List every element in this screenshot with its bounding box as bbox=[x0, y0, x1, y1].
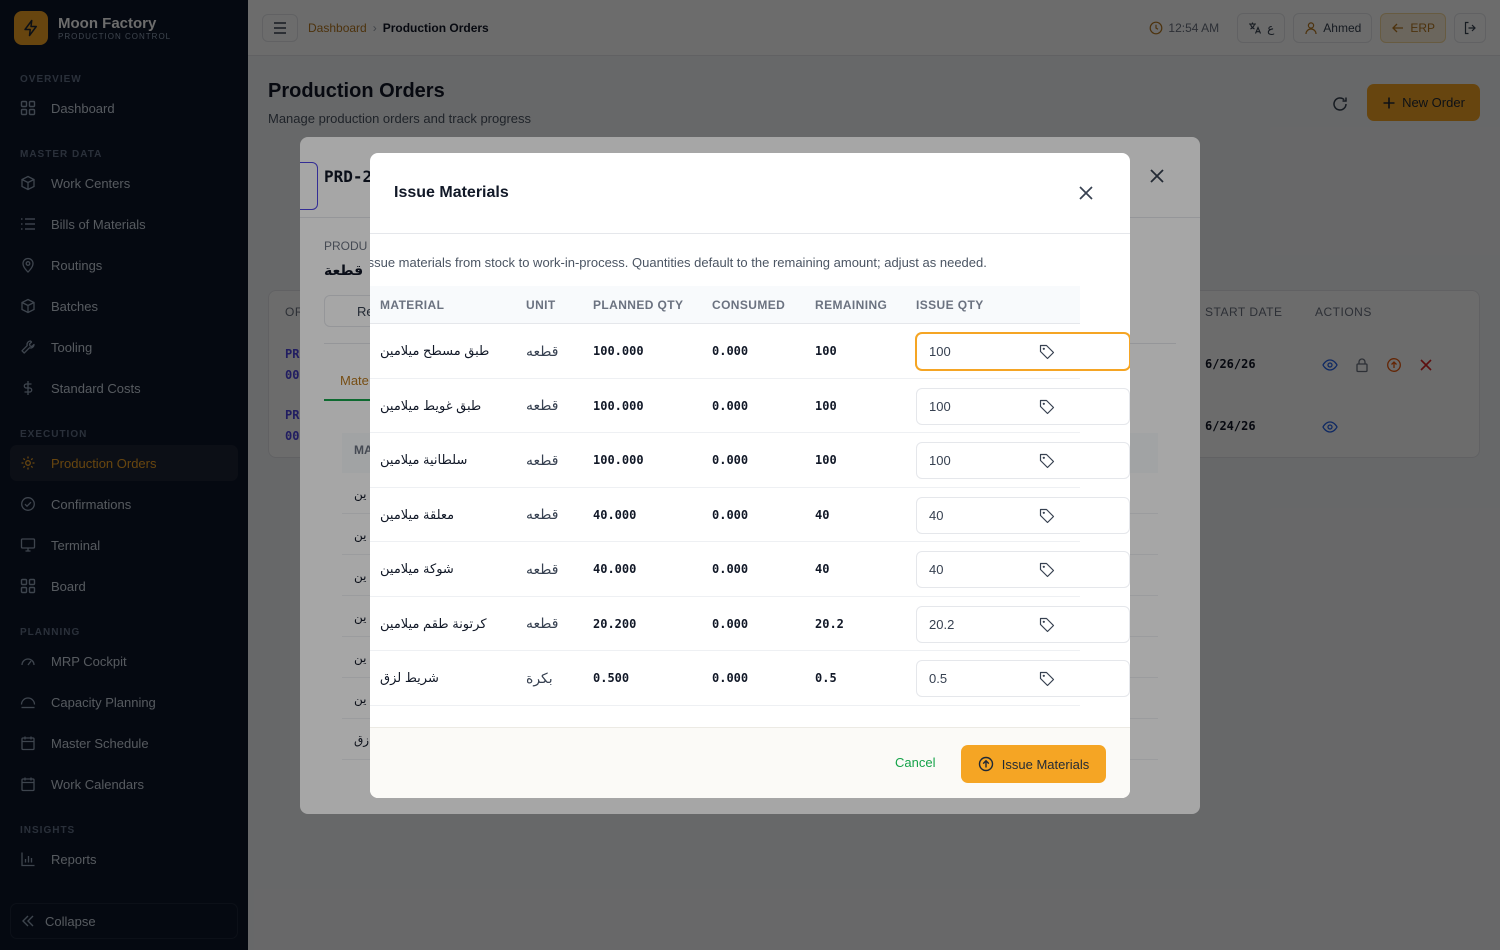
issue-qty-value: 100 bbox=[929, 344, 951, 359]
remaining-qty: 100 bbox=[815, 398, 837, 413]
issue-materials-table: MATERIAL UNIT PLANNED QTY CONSUMED REMAI… bbox=[370, 286, 1130, 706]
material-unit: قطعه bbox=[526, 615, 559, 632]
table-row: شوكة ميلامين قطعه 40.000 0.000 40 40 bbox=[370, 542, 1130, 597]
remaining-qty: 40 bbox=[815, 507, 830, 522]
table-header: MATERIAL UNIT PLANNED QTY CONSUMED REMAI… bbox=[370, 286, 1080, 324]
issue-materials-modal: Issue Materials Issue materials from sto… bbox=[370, 153, 1130, 798]
issue-qty-input[interactable]: 0.5 bbox=[916, 660, 1130, 697]
header-material: MATERIAL bbox=[380, 298, 445, 312]
material-unit: قطعه bbox=[526, 397, 559, 414]
table-row: شريط لزق بكرة 0.500 0.000 0.5 0.5 bbox=[370, 651, 1130, 706]
remaining-qty: 40 bbox=[815, 562, 830, 577]
planned-qty: 100.000 bbox=[593, 344, 644, 359]
issue-qty-input[interactable]: 100 bbox=[916, 333, 1130, 370]
issue-qty-value: 20.2 bbox=[929, 616, 955, 632]
modal-title: Issue Materials bbox=[394, 184, 509, 201]
tag-icon bbox=[1039, 344, 1055, 360]
issue-materials-button[interactable]: Issue Materials bbox=[961, 745, 1106, 783]
material-name: طبق غويط ميلامين bbox=[380, 397, 482, 413]
modal-footer: Cancel Issue Materials bbox=[370, 727, 1130, 798]
material-unit: قطعه bbox=[526, 342, 559, 359]
material-name: سلطانية ميلامين bbox=[380, 452, 468, 468]
header-remaining: REMAINING bbox=[815, 298, 888, 312]
tag-icon bbox=[1039, 671, 1055, 687]
material-name: معلقة ميلامين bbox=[380, 506, 455, 522]
issue-qty-input[interactable]: 100 bbox=[916, 387, 1130, 425]
consumed-qty: 0.000 bbox=[712, 507, 749, 522]
consumed-qty: 0.000 bbox=[712, 453, 749, 468]
close-icon bbox=[1079, 186, 1093, 200]
consumed-qty: 0.000 bbox=[712, 344, 749, 359]
consumed-qty: 0.000 bbox=[712, 616, 749, 631]
material-name: كرتونة طقم ميلامين bbox=[380, 615, 487, 631]
material-unit: قطعه bbox=[526, 560, 559, 577]
planned-qty: 100.000 bbox=[593, 453, 644, 468]
cancel-button[interactable]: Cancel bbox=[895, 755, 935, 770]
issue-materials-label: Issue Materials bbox=[1001, 756, 1090, 772]
issue-qty-value: 0.5 bbox=[929, 671, 948, 686]
tag-icon bbox=[1039, 617, 1055, 632]
material-unit: قطعه bbox=[526, 506, 559, 523]
issue-qty-value: 100 bbox=[929, 453, 951, 468]
material-unit: بكرة bbox=[526, 669, 553, 686]
tag-icon bbox=[1039, 399, 1055, 414]
issue-qty-input[interactable]: 100 bbox=[916, 442, 1130, 479]
issue-qty-value: 100 bbox=[929, 398, 951, 414]
consumed-qty: 0.000 bbox=[712, 562, 749, 577]
upload-circle-icon bbox=[978, 756, 993, 772]
issue-qty-value: 40 bbox=[929, 507, 944, 523]
issue-qty-input[interactable]: 20.2 bbox=[916, 605, 1130, 643]
planned-qty: 0.500 bbox=[593, 671, 630, 686]
planned-qty: 40.000 bbox=[593, 562, 637, 577]
header-consumed: CONSUMED bbox=[712, 298, 786, 312]
remaining-qty: 0.5 bbox=[815, 671, 837, 686]
issue-qty-value: 40 bbox=[929, 562, 944, 577]
planned-qty: 40.000 bbox=[593, 507, 637, 522]
tag-icon bbox=[1039, 562, 1055, 578]
remaining-qty: 100 bbox=[815, 453, 837, 468]
issue-qty-input[interactable]: 40 bbox=[916, 496, 1130, 534]
table-row: معلقة ميلامين قطعه 40.000 0.000 40 40 bbox=[370, 488, 1130, 542]
header-unit: UNIT bbox=[526, 298, 556, 312]
header-issue-qty: ISSUE QTY bbox=[916, 298, 984, 312]
table-row: سلطانية ميلامين قطعه 100.000 0.000 100 1… bbox=[370, 433, 1130, 488]
consumed-qty: 0.000 bbox=[712, 671, 749, 686]
planned-qty: 20.200 bbox=[593, 616, 637, 631]
tag-icon bbox=[1039, 453, 1055, 469]
table-row: طبق مسطح ميلامين قطعه 100.000 0.000 100 … bbox=[370, 324, 1130, 379]
material-name: طبق مسطح ميلامين bbox=[380, 343, 490, 359]
modal-description: Issue materials from stock to work-in-pr… bbox=[370, 255, 987, 270]
tag-icon bbox=[1039, 508, 1055, 523]
modal-close-button[interactable] bbox=[1076, 183, 1096, 203]
consumed-qty: 0.000 bbox=[712, 398, 749, 413]
header-planned-qty: PLANNED QTY bbox=[593, 298, 684, 312]
remaining-qty: 100 bbox=[815, 344, 837, 359]
material-name: شوكة ميلامين bbox=[380, 561, 454, 577]
planned-qty: 100.000 bbox=[593, 398, 644, 413]
issue-qty-input[interactable]: 40 bbox=[916, 551, 1130, 588]
material-name: شريط لزق bbox=[380, 670, 439, 686]
modal-header: Issue Materials bbox=[370, 153, 1130, 234]
remaining-qty: 20.2 bbox=[815, 616, 844, 631]
table-row: طبق غويط ميلامين قطعه 100.000 0.000 100 … bbox=[370, 379, 1130, 433]
material-unit: قطعه bbox=[526, 451, 559, 468]
table-row: كرتونة طقم ميلامين قطعه 20.200 0.000 20.… bbox=[370, 597, 1130, 651]
